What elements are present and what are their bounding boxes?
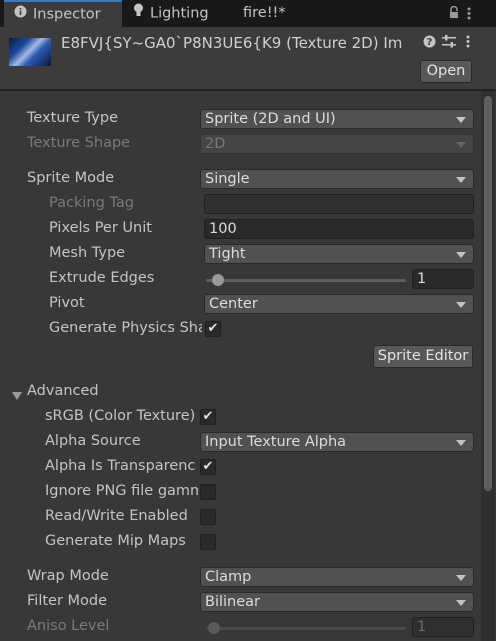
extrude-edges-label: Extrude Edges: [49, 270, 155, 286]
chevron-down-icon: [456, 252, 466, 258]
tab-inspector[interactable]: Inspector: [4, 0, 122, 27]
dropdown-value: Center: [209, 296, 258, 312]
aniso-level-slider-handle: [208, 622, 220, 634]
dropdown-value: Single: [205, 171, 250, 187]
packing-tag-field[interactable]: [204, 194, 474, 214]
alpha-source-label: Alpha Source: [45, 433, 141, 449]
aniso-level-slider-track: [206, 627, 406, 630]
dropdown-value: Sprite (2D and UI): [205, 111, 336, 127]
advanced-section-label[interactable]: Advanced: [27, 383, 99, 399]
packing-tag-label: Packing Tag: [49, 195, 134, 211]
pixels-per-unit-label: Pixels Per Unit: [49, 220, 152, 236]
aniso-level-label: Aniso Level: [27, 618, 110, 634]
dropdown-value: Bilinear: [205, 594, 260, 610]
chevron-down-icon: [456, 440, 466, 446]
asset-title: E8FVJ{SY~GA0`P8N3UE6{K9 (Texture 2D) Im: [61, 34, 403, 52]
dropdown-value: Tight: [209, 246, 246, 262]
pivot-label: Pivot: [49, 295, 85, 311]
dropdown-value: Input Texture Alpha: [205, 434, 347, 450]
read-write-checkbox[interactable]: [200, 509, 216, 525]
alpha-is-transparency-label: Alpha Is Transparenc: [45, 458, 196, 474]
pivot-dropdown[interactable]: Center: [204, 294, 474, 314]
generate-physics-shape-label: Generate Physics Sha: [49, 320, 202, 336]
pixels-per-unit-field[interactable]: 100: [204, 219, 474, 239]
svg-text:?: ?: [427, 37, 433, 48]
open-button[interactable]: Open: [420, 60, 472, 83]
dropdown-value: Clamp: [205, 569, 252, 585]
mesh-type-label: Mesh Type: [49, 245, 126, 261]
chevron-down-icon: [456, 117, 466, 123]
generate-mip-maps-label: Generate Mip Maps: [45, 533, 186, 549]
read-write-label: Read/Write Enabled: [45, 508, 188, 524]
kebab-menu-icon[interactable]: [467, 7, 471, 24]
tab-lighting[interactable]: Lighting: [133, 0, 233, 27]
tab-label: Lighting: [150, 5, 209, 22]
tab-bar: Inspector Lighting fire!!*: [0, 0, 496, 27]
help-icon[interactable]: ?: [423, 35, 436, 52]
header-menu-icon[interactable]: [466, 35, 470, 52]
texture-type-dropdown[interactable]: Sprite (2D and UI): [200, 109, 474, 129]
texture-shape-dropdown: 2D: [200, 134, 474, 154]
chevron-down-icon: [456, 302, 466, 308]
filter-mode-dropdown[interactable]: Bilinear: [200, 592, 474, 612]
sprite-mode-label: Sprite Mode: [27, 170, 115, 186]
generate-physics-shape-checkbox[interactable]: ✔: [205, 321, 221, 337]
alpha-source-dropdown[interactable]: Input Texture Alpha: [200, 432, 474, 452]
srgb-checkbox[interactable]: ✔: [200, 409, 216, 425]
header-divider: [0, 89, 496, 91]
tab-label: fire!!*: [243, 5, 286, 21]
tab-label: Inspector: [33, 6, 101, 23]
sprite-editor-button[interactable]: Sprite Editor: [373, 345, 473, 368]
extrude-edges-field[interactable]: 1: [412, 269, 474, 289]
light-bulb-icon: [133, 0, 144, 27]
lock-icon[interactable]: [449, 5, 459, 23]
generate-mip-maps-checkbox[interactable]: [200, 534, 216, 550]
srgb-label: sRGB (Color Texture): [45, 408, 196, 424]
info-icon: [14, 2, 27, 27]
chevron-down-icon: [456, 600, 466, 606]
chevron-down-icon: [456, 142, 466, 148]
ignore-png-gamma-label: Ignore PNG file gamm: [45, 483, 198, 499]
texture-shape-label: Texture Shape: [27, 135, 131, 151]
wrap-mode-label: Wrap Mode: [27, 568, 109, 584]
sprite-mode-dropdown[interactable]: Single: [200, 169, 474, 189]
extrude-edges-slider-track[interactable]: [206, 279, 406, 282]
dropdown-value: 2D: [205, 136, 226, 152]
alpha-is-transparency-checkbox[interactable]: ✔: [200, 459, 216, 475]
advanced-foldout-arrow-icon[interactable]: [12, 388, 22, 404]
scrollbar-thumb[interactable]: [484, 96, 492, 491]
wrap-mode-dropdown[interactable]: Clamp: [200, 567, 474, 587]
texture-thumbnail: [9, 38, 51, 66]
texture-type-label: Texture Type: [27, 110, 118, 126]
extrude-edges-slider-handle[interactable]: [211, 274, 224, 286]
mesh-type-dropdown[interactable]: Tight: [204, 244, 474, 264]
ignore-png-gamma-checkbox[interactable]: [200, 484, 216, 500]
aniso-level-field: 1: [412, 617, 474, 637]
chevron-down-icon: [456, 177, 466, 183]
preset-sliders-icon[interactable]: [442, 35, 456, 52]
filter-mode-label: Filter Mode: [27, 593, 108, 609]
chevron-down-icon: [456, 575, 466, 581]
tab-fire[interactable]: fire!!*: [243, 0, 303, 27]
